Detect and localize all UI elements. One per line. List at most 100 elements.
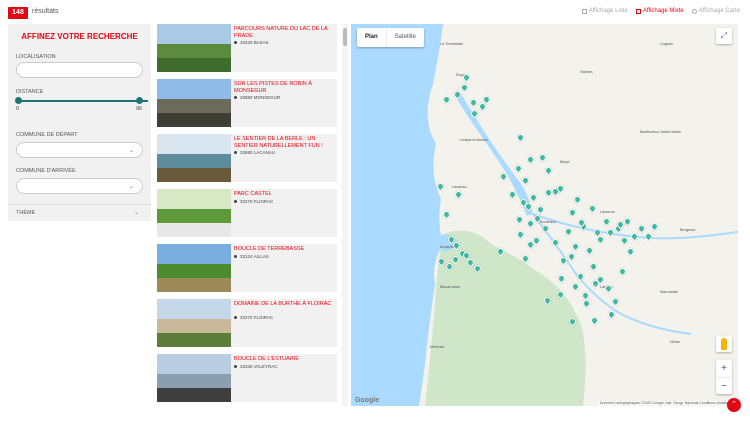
result-card[interactable]: LE SENTIER DE LA BERLE : UN SENTIER NATU… bbox=[157, 134, 337, 182]
result-location: 33124 AILLAS bbox=[234, 254, 269, 259]
result-thumbnail[interactable] bbox=[157, 79, 231, 127]
distance-slider-track[interactable] bbox=[18, 100, 148, 102]
arrivee-select[interactable]: ⌄ bbox=[16, 178, 143, 194]
result-location-text: 33680 LACANAU bbox=[240, 150, 276, 155]
map-place-label: Barbezieux-Saint-Hilaire bbox=[640, 130, 681, 134]
filter-title: AFFINEZ VOTRE RECHERCHE bbox=[21, 32, 138, 41]
view-map-button[interactable]: Affichage Carte bbox=[691, 8, 740, 14]
result-title[interactable]: LE SENTIER DE LA BERLE : UN SENTIER NATU… bbox=[234, 136, 334, 149]
location-pin-icon bbox=[234, 316, 237, 320]
localisation-label: LOCALISATION bbox=[16, 54, 56, 60]
list-icon bbox=[581, 8, 587, 14]
street-view-pegman-icon[interactable] bbox=[716, 336, 732, 352]
result-card[interactable]: BOUCLE DE L'ESTUAIRE 33340 VALEYRAC bbox=[157, 354, 337, 402]
map-base-layer bbox=[351, 24, 738, 406]
chevron-down-icon: ⌄ bbox=[128, 148, 134, 154]
zoom-in-button[interactable]: + bbox=[716, 360, 732, 377]
map-place-label: Mimizan bbox=[430, 345, 445, 349]
depart-select[interactable]: ⌄ bbox=[16, 142, 143, 158]
map-attribution[interactable]: Données cartographiques ©2020 Google, In… bbox=[598, 401, 736, 405]
result-thumbnail[interactable] bbox=[157, 134, 231, 182]
result-card[interactable]: PARCOURS NATURE DU LAC DE LA PRADE 33430 … bbox=[157, 24, 337, 72]
view-list-button[interactable]: Affichage Liste bbox=[581, 8, 628, 14]
result-title[interactable]: SUR LES PISTES DE ROBIN À MONSEGUR bbox=[234, 81, 334, 94]
view-switch: Affichage Liste Affichage Mixte Affichag… bbox=[581, 8, 740, 14]
chevron-up-icon: ⌃ bbox=[731, 401, 737, 408]
fullscreen-icon[interactable]: ⤢ bbox=[716, 28, 732, 44]
result-location: 33340 VALEYRAC bbox=[234, 364, 277, 369]
result-card[interactable]: DOMAINE DE LA BURTHE À FLOIRAC 33270 FLOI… bbox=[157, 299, 337, 347]
result-title[interactable]: PARCOURS NATURE DU LAC DE LA PRADE bbox=[234, 26, 334, 39]
map-place-label: Cognac bbox=[660, 42, 674, 46]
result-card[interactable]: PARC CASTEL 33270 FLOIRAC bbox=[157, 189, 337, 237]
scrollbar-thumb[interactable] bbox=[343, 28, 347, 46]
result-card[interactable]: BOUCLE DE TERREBASSE 33124 AILLAS bbox=[157, 244, 337, 292]
result-thumbnail[interactable] bbox=[157, 244, 231, 292]
map-place-label: Bordeaux bbox=[540, 220, 557, 224]
distance-max-value: 96 bbox=[136, 106, 143, 112]
mixed-view-icon bbox=[635, 8, 641, 14]
results-scrollbar[interactable] bbox=[342, 24, 348, 406]
chevron-down-icon: ⌄ bbox=[133, 210, 139, 216]
results-count-label: résultats bbox=[32, 8, 59, 15]
filter-sidebar: AFFINEZ VOTRE RECHERCHE LOCALISATION DIS… bbox=[8, 24, 151, 221]
result-thumbnail[interactable] bbox=[157, 299, 231, 347]
result-title[interactable]: DOMAINE DE LA BURTHE À FLOIRAC bbox=[234, 301, 334, 308]
location-pin-icon bbox=[234, 151, 237, 155]
result-location: 33580 MONSEGUR bbox=[234, 95, 280, 100]
results-list: PARCOURS NATURE DU LAC DE LA PRADE 33430 … bbox=[157, 24, 337, 406]
location-pin-icon bbox=[234, 41, 237, 45]
map-satellite-button[interactable]: Satellite bbox=[385, 28, 424, 47]
map-place-label: Blaye bbox=[560, 160, 570, 164]
result-title[interactable]: PARC CASTEL bbox=[234, 191, 334, 198]
result-location-text: 33430 BAZAS bbox=[240, 40, 269, 45]
localisation-input[interactable] bbox=[16, 62, 143, 78]
result-title[interactable]: BOUCLE DE L'ESTUAIRE bbox=[234, 356, 334, 363]
view-mixed-button[interactable]: Affichage Mixte bbox=[635, 8, 684, 14]
map-place-label: Saintes bbox=[580, 70, 593, 74]
map-place-label: Nérac bbox=[670, 340, 681, 344]
pegman-figure bbox=[721, 338, 727, 350]
result-thumbnail[interactable] bbox=[157, 24, 231, 72]
zoom-out-button[interactable]: − bbox=[716, 377, 732, 394]
distance-min-value: 0 bbox=[16, 106, 20, 112]
theme-label: THÈME bbox=[16, 210, 36, 216]
location-pin-icon bbox=[234, 200, 237, 204]
location-pin-icon bbox=[234, 255, 237, 259]
map-place-label: Marmande bbox=[660, 290, 679, 294]
result-thumbnail[interactable] bbox=[157, 354, 231, 402]
map-place-label: La Tremblade bbox=[440, 42, 464, 46]
result-location-text: 33124 AILLAS bbox=[240, 254, 269, 259]
map-place-label: Bergerac bbox=[680, 228, 696, 232]
depart-label: COMMUNE DE DÉPART bbox=[16, 132, 78, 138]
result-location: 33680 LACANAU bbox=[234, 150, 275, 155]
arrivee-label: COMMUNE D'ARRIVÉE bbox=[16, 168, 76, 174]
map-place-label: Libourne bbox=[600, 210, 615, 214]
back-to-top-button[interactable]: ⌃ bbox=[727, 398, 741, 412]
map-pin-icon bbox=[691, 8, 697, 14]
map-view[interactable]: La Tremblade Cognac Royan Saintes Barbezieux… bbox=[351, 24, 738, 406]
distance-slider-min-handle[interactable] bbox=[15, 97, 22, 104]
map-place-label: Lesparre-Médoc bbox=[460, 138, 488, 142]
map-type-toggle: Plan Satellite bbox=[357, 28, 425, 47]
location-pin-icon bbox=[234, 96, 237, 100]
result-location: 33270 FLOIRAC bbox=[234, 315, 273, 320]
result-thumbnail[interactable] bbox=[157, 189, 231, 237]
zoom-control: + − bbox=[716, 360, 732, 394]
location-pin-icon bbox=[234, 365, 237, 369]
result-location: 33430 BAZAS bbox=[234, 40, 269, 45]
map-place-label: Lacanau bbox=[452, 185, 467, 189]
results-count-badge: 148 bbox=[8, 7, 28, 19]
map-plan-button[interactable]: Plan bbox=[357, 28, 386, 47]
result-title[interactable]: BOUCLE DE TERREBASSE bbox=[234, 246, 334, 253]
result-location-text: 33270 FLOIRAC bbox=[240, 315, 274, 320]
chevron-down-icon: ⌄ bbox=[128, 184, 134, 190]
result-location-text: 33340 VALEYRAC bbox=[240, 364, 278, 369]
google-logo: Google bbox=[355, 397, 380, 404]
result-card[interactable]: SUR LES PISTES DE ROBIN À MONSEGUR 33580 … bbox=[157, 79, 337, 127]
result-location-text: 33580 MONSEGUR bbox=[240, 95, 281, 100]
theme-filter-toggle[interactable]: THÈME ⌄ bbox=[8, 204, 151, 221]
results-header: 148 résultats Affichage Liste Affichage … bbox=[0, 0, 750, 24]
distance-slider-max-handle[interactable] bbox=[136, 97, 143, 104]
distance-label: DISTANCE bbox=[16, 89, 44, 95]
